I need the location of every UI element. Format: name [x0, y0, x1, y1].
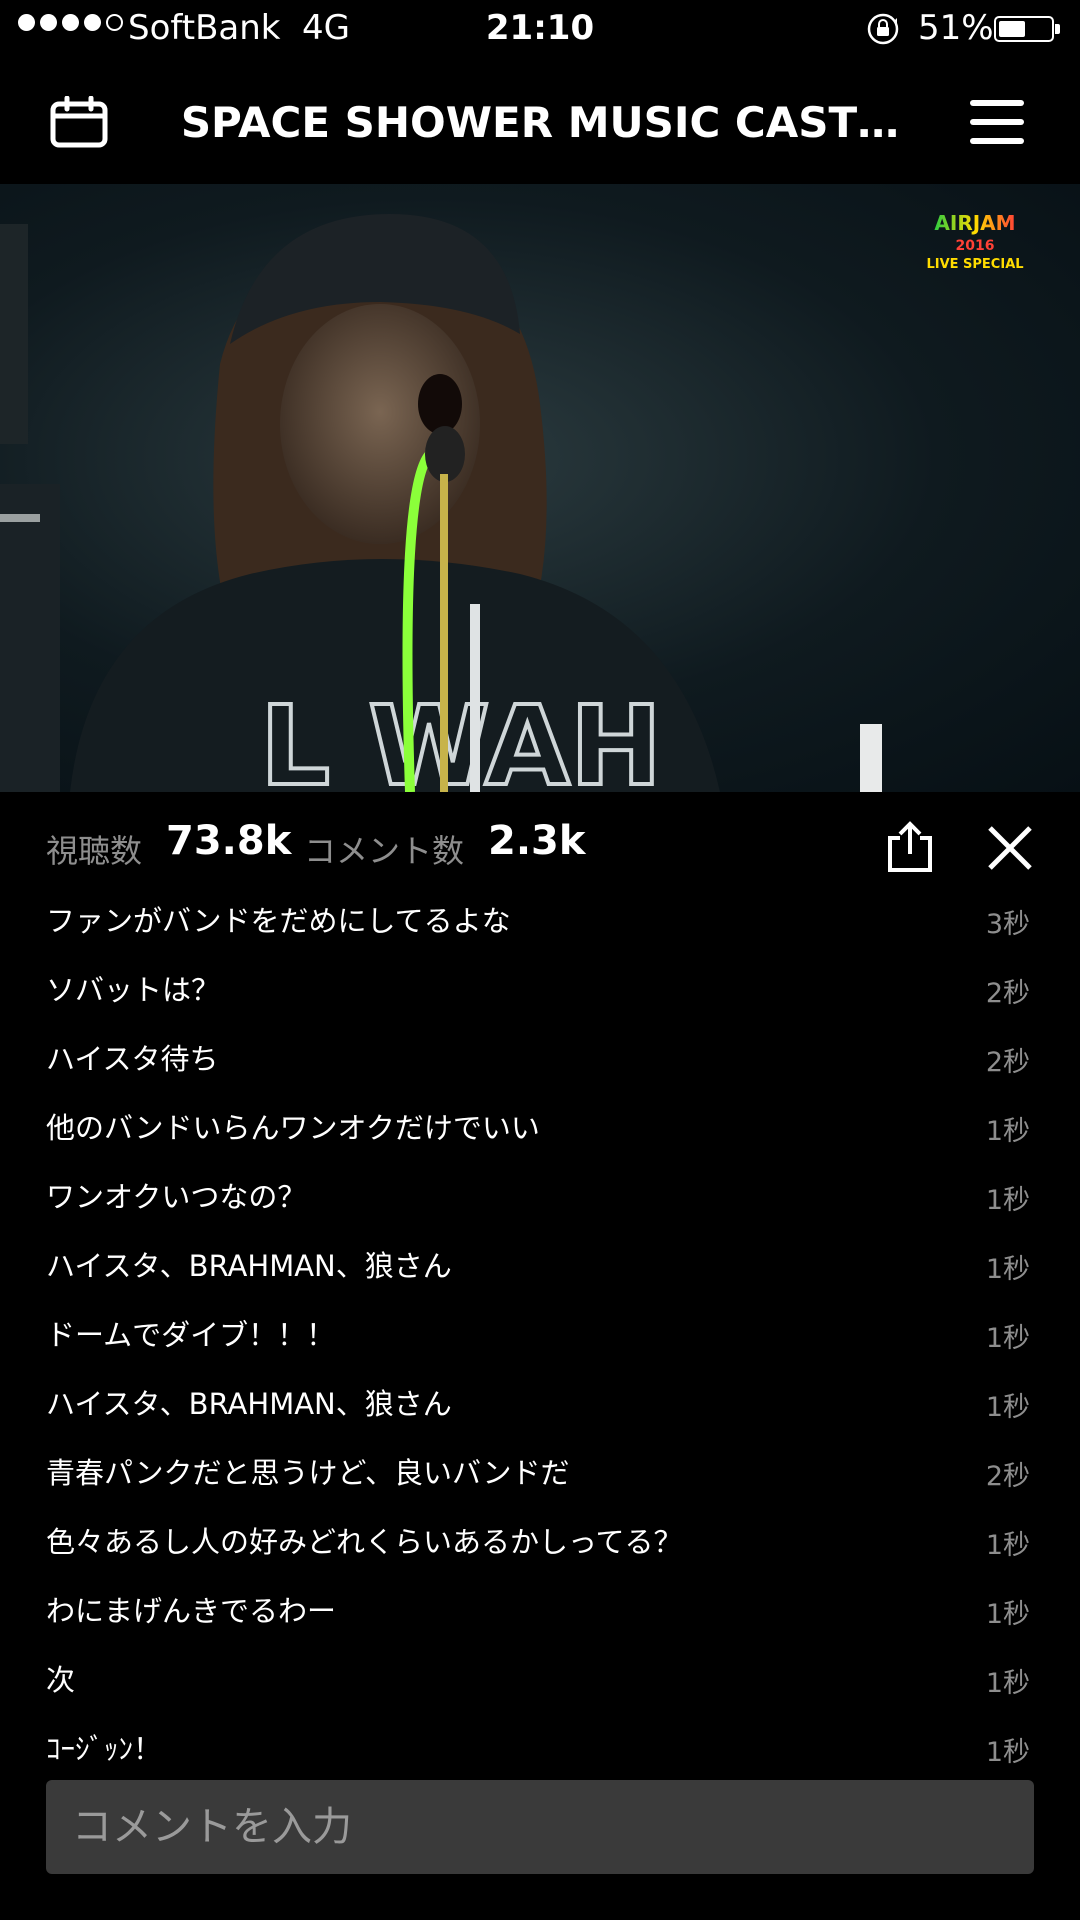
comment-text: ファンがバンドをだめにしてるよな [46, 904, 511, 938]
svg-text:LIVE SPECIAL: LIVE SPECIAL [926, 257, 1023, 272]
comment-row: ファンがバンドをだめにしてるよな 3秒 [0, 888, 1080, 957]
svg-text:2016: 2016 [956, 238, 995, 254]
comment-text: ワンオクいつなの？ [46, 1180, 307, 1214]
page-title: SPACE SHOWER MUSIC CAST… [180, 98, 900, 147]
comment-row: 青春パンクだと思うけど、良いバンドだ 2秒 [0, 1440, 1080, 1509]
menu-icon[interactable] [970, 100, 1024, 144]
calendar-icon[interactable] [50, 96, 108, 148]
nav-bar: SPACE SHOWER MUSIC CAST… [0, 60, 1080, 184]
comment-text: わにまげんきでるわー [46, 1594, 337, 1628]
views-label: 視聴数 [46, 832, 143, 870]
status-bar: SoftBank 4G 21:10 51% [0, 0, 1080, 60]
comments-count: 2.3k [488, 818, 586, 864]
battery-fill [999, 21, 1025, 37]
comment-text: ハイスタ、BRAHMAN、狼さん [46, 1249, 452, 1283]
comment-input[interactable] [46, 1780, 1034, 1874]
comment-row: ハイスタ、BRAHMAN、狼さん 1秒 [0, 1233, 1080, 1302]
comment-timestamp: 2秒 [985, 1461, 1030, 1492]
comment-timestamp: 1秒 [985, 1599, 1030, 1630]
comments-label: コメント数 [304, 832, 465, 870]
video-player[interactable]: L WAH AIRJAM 2016 LIVE SPECIAL [0, 184, 1080, 792]
comment-timestamp: 1秒 [985, 1323, 1030, 1354]
comment-text: 色々あるし人の好みどれくらいあるかしってる？ [46, 1525, 683, 1559]
comment-row: ハイスタ、BRAHMAN、狼さん 1秒 [0, 1371, 1080, 1440]
share-icon[interactable] [886, 820, 934, 872]
comment-row: わにまげんきでるわー 1秒 [0, 1578, 1080, 1647]
comment-timestamp: 1秒 [985, 1668, 1030, 1699]
comment-timestamp: 1秒 [985, 1254, 1030, 1285]
comment-row: ハイスタ待ち 2秒 [0, 1026, 1080, 1095]
comment-timestamp: 1秒 [985, 1737, 1030, 1768]
comment-text: ｺｰｼﾞｯﾝ！ [46, 1732, 163, 1766]
close-icon[interactable] [986, 824, 1034, 872]
views-count: 73.8k [166, 818, 292, 864]
comment-text: ハイスタ、BRAHMAN、狼さん [46, 1387, 452, 1421]
comment-timestamp: 2秒 [985, 1047, 1030, 1078]
comment-list[interactable]: ファンがバンドをだめにしてるよな 3秒 ソバットは？ 2秒 ハイスタ待ち 2秒 他のバンドい… [0, 888, 1080, 1785]
comment-timestamp: 1秒 [985, 1530, 1030, 1561]
comment-row: 他のバンドいらんワンオクだけでいい 1秒 [0, 1095, 1080, 1164]
comment-row: ワンオクいつなの？ 1秒 [0, 1164, 1080, 1233]
comment-text: ソバットは？ [46, 973, 221, 1007]
battery-percent: 51% [918, 8, 994, 48]
comment-text: 他のバンドいらんワンオクだけでいい [46, 1111, 540, 1145]
orientation-lock-icon [867, 13, 899, 45]
comment-text: 次 [46, 1663, 76, 1697]
comment-text: 青春パンクだと思うけど、良いバンドだ [46, 1456, 570, 1490]
comment-text: ドームでダイブ！！！ [46, 1318, 336, 1352]
svg-text:L WAH: L WAH [260, 682, 662, 792]
comment-timestamp: 1秒 [985, 1185, 1030, 1216]
comment-timestamp: 1秒 [985, 1392, 1030, 1423]
svg-text:AIRJAM: AIRJAM [934, 211, 1015, 235]
comment-timestamp: 2秒 [985, 978, 1030, 1009]
comment-row: ドームでダイブ！！！ 1秒 [0, 1302, 1080, 1371]
battery-icon [994, 16, 1060, 42]
comment-timestamp: 3秒 [985, 909, 1030, 940]
comment-text: ハイスタ待ち [46, 1042, 219, 1076]
comment-row: ｺｰｼﾞｯﾝ！ 1秒 [0, 1716, 1080, 1785]
comment-row: ソバットは？ 2秒 [0, 957, 1080, 1026]
comment-row: 次 1秒 [0, 1647, 1080, 1716]
comment-timestamp: 1秒 [985, 1116, 1030, 1147]
stats-bar: 視聴数 73.8k コメント数 2.3k [0, 800, 1080, 890]
comment-row: 色々あるし人の好みどれくらいあるかしってる？ 1秒 [0, 1509, 1080, 1578]
video-frame: L WAH AIRJAM 2016 LIVE SPECIAL [0, 211, 1024, 792]
